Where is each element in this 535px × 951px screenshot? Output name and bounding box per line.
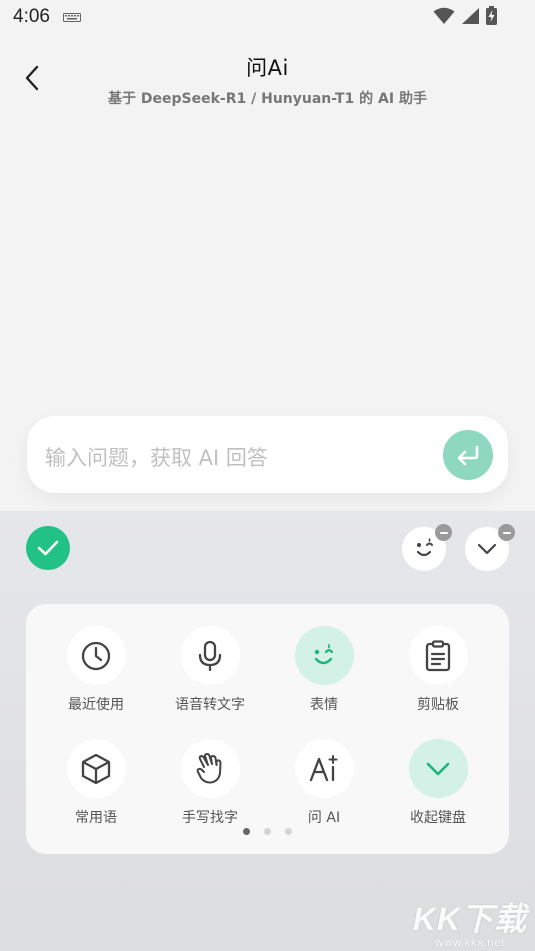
tools-grid: 最近使用 语音转文字 表情 剪贴板 常用语 手写找字 问 AI 收起键盘 [26,604,509,854]
tool-icon-circle [408,626,468,685]
toolbar-emoji-button[interactable] [402,524,452,571]
chevron-down-icon [477,543,497,555]
page-dot[interactable] [243,828,250,835]
tool-icon-circle [408,739,468,798]
tool-label: 剪贴板 [417,697,459,713]
tool-icon-circle [180,739,240,798]
tool-label: 收起键盘 [410,810,466,826]
battery-charging-icon [486,6,497,25]
tool-clipboard[interactable]: 剪贴板 [388,626,488,714]
tool-label: 问 AI [307,810,341,826]
check-icon [37,540,59,556]
tool-icon-circle [180,626,240,685]
tool-ask-ai[interactable]: 问 AI [274,739,374,827]
confirm-button[interactable] [26,526,70,570]
toolbar-collapse-button[interactable] [465,524,515,571]
page-subtitle: 基于 DeepSeek-R1 / Hunyuan-T1 的 AI 助手 [108,91,427,107]
tool-label: 手写找字 [182,810,238,826]
tool-voice-to-text[interactable]: 语音转文字 [160,626,260,714]
enter-arrow-icon [457,445,479,466]
watermark-logo: KK下载 [412,901,527,937]
tool-icon-circle [66,626,126,685]
tool-label: 常用语 [75,810,117,826]
tool-recent[interactable]: 最近使用 [46,626,146,714]
clock-icon [81,641,111,670]
ai-sparkle-icon [309,754,338,781]
tool-icon-circle [294,626,354,685]
handwriting-hand-icon [196,752,222,784]
wifi-icon [433,7,455,24]
send-button[interactable] [443,430,493,480]
status-bar: 4:06 [0,0,535,36]
tool-label: 语音转文字 [175,697,245,713]
emoji-face-icon [416,538,433,557]
remove-badge[interactable] [435,524,452,541]
signal-icon [462,7,479,24]
microphone-icon [198,640,222,671]
tool-icon-circle [294,739,354,798]
remove-badge[interactable] [498,524,515,541]
cube-icon [81,753,111,784]
chevron-down-icon [426,762,450,775]
keyboard-indicator-icon [63,13,81,22]
tool-emoji[interactable]: 表情 [274,626,374,714]
tool-handwriting[interactable]: 手写找字 [160,739,260,827]
page-dot[interactable] [285,828,292,835]
watermark-url: www.kkx.net [434,936,506,949]
tool-icon-circle [66,739,126,798]
tool-label: 最近使用 [68,697,124,713]
question-input-placeholder: 输入问题，获取 AI 回答 [45,446,268,470]
watermark: KK下载 www.kkx.net [413,894,527,949]
tool-common-phrases[interactable]: 常用语 [46,739,146,827]
status-time: 4:06 [13,6,50,27]
page-title: 问Ai [246,56,289,80]
emoji-face-icon [314,643,334,664]
header: 问Ai 基于 DeepSeek-R1 / Hunyuan-T1 的 AI 助手 [0,52,535,108]
page-indicator [26,828,509,835]
clipboard-icon [425,639,451,671]
page-dot[interactable] [264,828,271,835]
tool-label: 表情 [310,697,338,713]
tool-hide-keyboard[interactable]: 收起键盘 [388,739,488,827]
question-input-box[interactable]: 输入问题，获取 AI 回答 [27,416,508,493]
